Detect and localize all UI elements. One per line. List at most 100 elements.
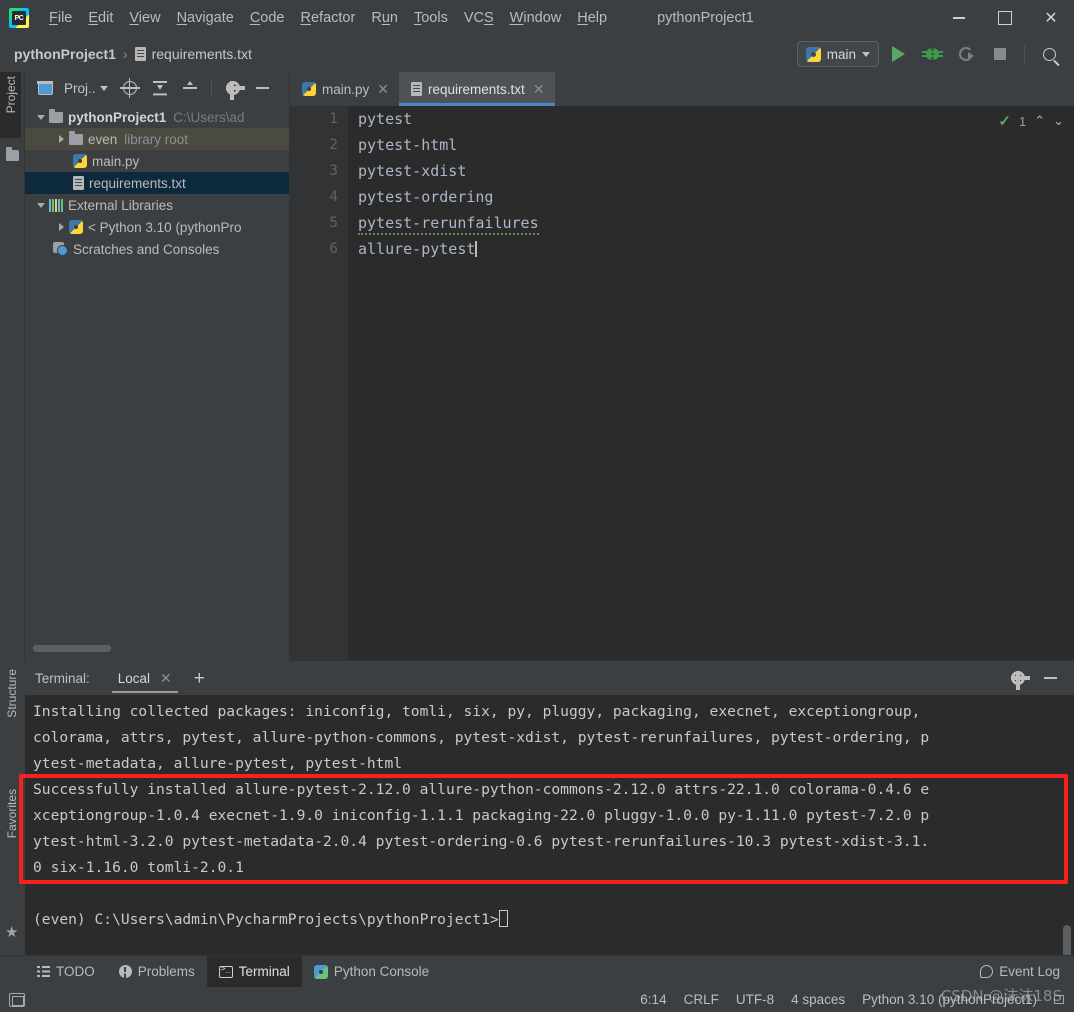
new-terminal-session-button[interactable]: + — [194, 669, 205, 688]
tree-item-suffix: C:\Users\ad — [173, 109, 245, 125]
line-number: 6 — [329, 241, 338, 257]
chevron-right-icon[interactable] — [53, 135, 69, 143]
minimize-button[interactable] — [936, 0, 982, 36]
event-log-button[interactable]: Event Log — [980, 964, 1074, 979]
tree-item-main-py[interactable]: main.py — [25, 150, 290, 172]
line-number: 5 — [329, 215, 338, 231]
code-line-active: allure-pytest — [348, 236, 1074, 262]
status-caret-position[interactable]: 6:14 — [640, 992, 666, 1007]
menu-item-vcs[interactable]: VCS — [456, 7, 502, 29]
status-encoding[interactable]: UTF-8 — [736, 992, 774, 1007]
project-panel-title[interactable]: Proj.. — [64, 81, 96, 96]
next-highlight-icon[interactable]: ⌄ — [1053, 113, 1064, 129]
breadcrumb-file[interactable]: requirements.txt — [152, 46, 252, 62]
tree-item-python-sdk[interactable]: < Python 3.10 (pythonPro — [25, 216, 290, 238]
terminal-tab-local[interactable]: Local ✕ — [111, 661, 178, 695]
hide-project-panel-button[interactable] — [249, 75, 277, 101]
chevron-down-icon[interactable] — [33, 203, 49, 208]
tree-item-scratches[interactable]: Scratches and Consoles — [25, 238, 290, 260]
python-icon — [69, 220, 83, 234]
window-title: pythonProject1 — [657, 10, 754, 26]
editor-tab-main-py[interactable]: main.py ✕ — [290, 72, 400, 106]
menu-item-edit[interactable]: Edit — [80, 7, 121, 29]
close-icon[interactable]: ✕ — [533, 82, 545, 96]
menu-item-file[interactable]: File — [41, 7, 80, 29]
menu-item-run[interactable]: Run — [363, 7, 406, 29]
project-horizontal-scrollbar[interactable] — [33, 645, 288, 652]
stop-button[interactable] — [985, 39, 1015, 69]
run-configuration-selector[interactable]: main — [796, 41, 879, 67]
sidebar-tab-structure[interactable]: Structure — [5, 669, 19, 718]
status-line-separator[interactable]: CRLF — [684, 992, 719, 1007]
menu-item-help[interactable]: Help — [569, 7, 615, 29]
collapse-all-button[interactable] — [146, 75, 174, 101]
sidebar-tab-favorites[interactable]: Favorites — [5, 789, 19, 838]
editor-gutter[interactable]: 1 2 3 4 5 6 — [290, 106, 348, 660]
chevron-down-icon[interactable] — [99, 85, 108, 91]
terminal-line-highlighted: xceptiongroup-1.0.4 execnet-1.9.0 inicon… — [33, 807, 930, 824]
bottom-tab-python-console[interactable]: Python Console — [302, 956, 441, 988]
debug-button[interactable] — [917, 39, 947, 69]
code-line: pytest-xdist — [358, 162, 467, 180]
close-icon[interactable]: ✕ — [377, 82, 389, 96]
bottom-tab-todo[interactable]: TODO — [25, 956, 107, 988]
chevron-down-icon[interactable] — [33, 115, 49, 120]
tree-item-label: Scratches and Consoles — [73, 241, 220, 257]
previous-highlight-icon[interactable]: ⌃ — [1034, 113, 1045, 129]
run-button[interactable] — [883, 39, 913, 69]
tree-item-pythonProject1[interactable]: pythonProject1 C:\Users\ad — [25, 106, 290, 128]
status-interpreter[interactable]: Python 3.10 (pythonProject1) — [862, 992, 1037, 1007]
menu-item-code[interactable]: Code — [242, 7, 293, 29]
scroll-from-source-button[interactable] — [116, 75, 144, 101]
close-button[interactable]: ✕ — [1028, 0, 1074, 36]
expand-selection-button[interactable] — [176, 75, 204, 101]
stop-icon — [994, 48, 1006, 60]
coverage-button[interactable] — [951, 39, 981, 69]
tree-item-label: < Python 3.10 (pythonPro — [88, 219, 242, 235]
bottom-tab-terminal[interactable]: Terminal — [206, 955, 302, 988]
project-settings-button[interactable] — [219, 75, 247, 101]
menu-bar: PC File Edit View Navigate Code Refactor… — [0, 0, 1074, 36]
inspection-widget[interactable]: ✓ 1 ⌃ ⌄ — [998, 112, 1064, 130]
code-line: pytest-html — [358, 136, 458, 154]
event-log-label: Event Log — [999, 964, 1060, 979]
tree-item-requirements-txt[interactable]: requirements.txt — [25, 172, 290, 194]
sidebar-tab-project[interactable]: Project — [0, 72, 21, 138]
maximize-button[interactable] — [982, 0, 1028, 36]
hide-terminal-button[interactable] — [1036, 665, 1064, 691]
inspection-ok-icon: ✓ — [998, 113, 1011, 130]
tree-item-external-libraries[interactable]: External Libraries — [25, 194, 290, 216]
folder-icon — [49, 108, 63, 123]
status-bar-right: 6:14 CRLF UTF-8 4 spaces Python 3.10 (py… — [640, 992, 1074, 1007]
event-log-icon — [980, 965, 994, 978]
read-only-lock-icon[interactable] — [1054, 995, 1064, 1004]
terminal-output[interactable]: Installing collected packages: iniconfig… — [25, 695, 1074, 955]
terminal-scrollbar-thumb[interactable] — [1063, 925, 1071, 955]
chevron-down-icon — [862, 51, 870, 57]
favorites-star-icon[interactable]: ★ — [5, 923, 18, 941]
project-panel-toolbar: Proj.. — [25, 72, 290, 104]
hide-panel-icon — [1043, 677, 1057, 679]
editor-tab-requirements-txt[interactable]: requirements.txt ✕ — [399, 72, 555, 106]
menu-item-refactor[interactable]: Refactor — [293, 7, 364, 29]
code-editor[interactable]: 1 2 3 4 5 6 pytest pytest-html pytest-xd… — [290, 106, 1074, 660]
select-opened-file-button[interactable] — [31, 75, 59, 101]
menu-item-tools[interactable]: Tools — [406, 7, 456, 29]
menu-item-navigate[interactable]: Navigate — [169, 7, 242, 29]
chevron-right-icon[interactable] — [53, 223, 69, 231]
search-everywhere-button[interactable] — [1034, 39, 1064, 69]
code-line: pytest-ordering — [358, 188, 494, 206]
tree-item-even[interactable]: even library root — [25, 128, 290, 150]
close-icon[interactable]: ✕ — [160, 671, 172, 685]
editor-text-area[interactable]: pytest pytest-html pytest-xdist pytest-o… — [348, 106, 1074, 660]
tree-item-label: pythonProject1 — [68, 109, 167, 125]
status-indent[interactable]: 4 spaces — [791, 992, 845, 1007]
menu-item-view[interactable]: View — [121, 7, 168, 29]
bottom-tab-problems[interactable]: Problems — [107, 956, 207, 988]
menu-item-window[interactable]: Window — [502, 7, 570, 29]
terminal-line: Installing collected packages: iniconfig… — [33, 703, 921, 720]
terminal-settings-button[interactable] — [1004, 665, 1032, 691]
breadcrumb-project[interactable]: pythonProject1 — [14, 46, 116, 62]
scrollbar-thumb[interactable] — [33, 645, 111, 652]
show-tool-windows-icon[interactable] — [9, 992, 25, 1007]
